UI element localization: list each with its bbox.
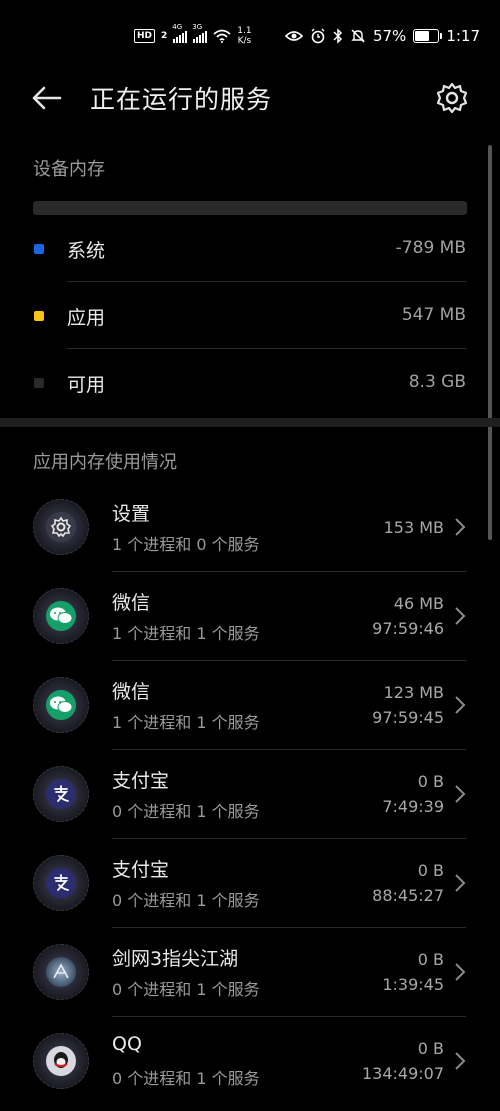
status-left: HD 2 4G 3G 1.1 K/s <box>134 23 252 46</box>
app-process-info: 1 个进程和 0 个服务 <box>112 535 260 554</box>
app-row-qq[interactable]: QQ 0 个进程和 1 个服务 0 B 134:49:07 <box>0 1017 500 1106</box>
app-process-info: 0 个进程和 1 个服务 <box>112 980 260 999</box>
app-name: 支付宝 <box>112 770 170 792</box>
app-memory-size: 46 MB <box>393 594 444 613</box>
gear-icon <box>436 82 468 114</box>
game-icon <box>33 944 89 1000</box>
app-row-wechat[interactable]: 微信 1 个进程和 1 个服务 46 MB 97:59:46 <box>0 572 500 661</box>
app-memory-size: 0 B <box>417 1039 444 1058</box>
memory-label: 可用 <box>67 374 106 396</box>
app-name: 支付宝 <box>112 859 170 881</box>
app-memory-size: 0 B <box>417 861 444 880</box>
app-run-time: 7:49:39 <box>382 797 444 816</box>
app-process-info: 1 个进程和 1 个服务 <box>112 713 260 732</box>
status-right: 57% 1:17 <box>284 27 480 45</box>
cell-signal-icon: 4G <box>172 23 188 43</box>
app-process-info: 0 个进程和 1 个服务 <box>112 802 260 821</box>
status-bar: HD 2 4G 3G 1.1 K/s 57% 1:17 <box>0 0 500 76</box>
chevron-right-icon <box>455 518 466 536</box>
app-memory-title: 应用内存使用情况 <box>33 452 177 473</box>
memory-label: 系统 <box>67 240 106 262</box>
chevron-right-icon <box>455 963 466 981</box>
wifi-icon <box>213 29 231 43</box>
alipay-icon <box>33 855 89 911</box>
back-button[interactable] <box>30 82 66 114</box>
section-divider <box>0 418 500 427</box>
alipay-icon <box>33 766 89 822</box>
app-process-info: 0 个进程和 1 个服务 <box>112 1069 260 1088</box>
battery-icon <box>413 29 443 43</box>
arrow-left-icon <box>32 86 62 110</box>
app-row-alipay[interactable]: 支付宝 0 个进程和 1 个服务 0 B 7:49:39 <box>0 750 500 839</box>
memory-value: 547 MB <box>401 305 466 325</box>
app-row-alipay-2[interactable]: 支付宝 0 个进程和 1 个服务 0 B 88:45:27 <box>0 839 500 928</box>
cell-signal-icon-2: 3G <box>192 23 208 43</box>
app-run-time: 97:59:45 <box>372 708 444 727</box>
device-memory-title: 设备内存 <box>33 159 105 180</box>
chevron-right-icon <box>455 874 466 892</box>
qq-icon <box>33 1033 89 1089</box>
apps-legend-dot <box>34 311 44 321</box>
app-row-jx3[interactable]: 剑网3指尖江湖 0 个进程和 1 个服务 0 B 1:39:45 <box>0 928 500 1017</box>
battery-percent: 57% <box>372 27 407 45</box>
memory-value: 8.3 GB <box>408 372 466 392</box>
settings-button[interactable] <box>434 80 470 116</box>
mute-bell-icon <box>351 29 365 43</box>
wechat-icon <box>33 588 89 644</box>
app-row-settings[interactable]: 设置 1 个进程和 0 个服务 153 MB <box>0 483 500 572</box>
memory-label: 应用 <box>67 307 106 329</box>
app-name: 设置 <box>112 503 151 525</box>
app-process-info: 0 个进程和 1 个服务 <box>112 891 260 910</box>
chevron-right-icon <box>455 785 466 803</box>
chevron-right-icon <box>455 696 466 714</box>
app-name: 微信 <box>112 592 151 614</box>
free-legend-dot <box>34 378 44 388</box>
app-name: QQ <box>112 1033 142 1055</box>
sim-badge: 2 <box>161 31 168 41</box>
clock: 1:17 <box>446 27 480 45</box>
chevron-right-icon <box>455 607 466 625</box>
app-row-wechat-2[interactable]: 微信 1 个进程和 1 个服务 123 MB 97:59:45 <box>0 661 500 750</box>
bluetooth-icon <box>333 28 343 44</box>
app-run-time: 134:49:07 <box>361 1064 444 1083</box>
hd-voice-badge: HD <box>134 29 156 43</box>
app-memory-size: 0 B <box>417 950 444 969</box>
alarm-icon <box>311 28 325 44</box>
memory-row-system: 系统 -789 MB <box>0 215 500 282</box>
app-run-time: 97:59:46 <box>372 619 444 638</box>
page-title: 正在运行的服务 <box>90 85 273 114</box>
app-memory-size: 153 MB <box>383 518 444 537</box>
app-process-info: 1 个进程和 1 个服务 <box>112 624 260 643</box>
network-speed: 1.1 K/s <box>237 26 252 46</box>
app-name: 剑网3指尖江湖 <box>112 948 239 970</box>
app-run-time: 88:45:27 <box>372 886 444 905</box>
wechat-icon <box>33 677 89 733</box>
memory-value: -789 MB <box>395 238 466 258</box>
app-run-time: 1:39:45 <box>382 975 444 994</box>
settings-icon <box>33 499 89 555</box>
memory-row-free: 可用 8.3 GB <box>0 349 500 416</box>
app-name: 微信 <box>112 681 151 703</box>
app-bar: 正在运行的服务 <box>0 70 500 126</box>
chevron-right-icon <box>455 1052 466 1070</box>
app-memory-size: 0 B <box>417 772 444 791</box>
memory-usage-bar <box>33 201 467 215</box>
eye-icon <box>284 31 303 41</box>
app-memory-size: 123 MB <box>383 683 444 702</box>
memory-row-apps: 应用 547 MB <box>0 282 500 349</box>
system-legend-dot <box>34 244 44 254</box>
